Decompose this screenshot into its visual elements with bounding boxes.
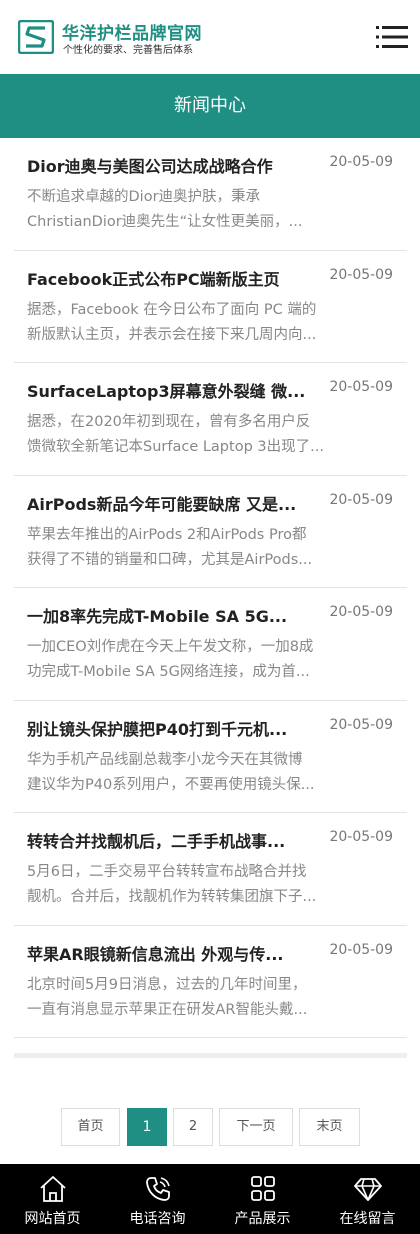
news-summary-line: ChristianDior迪奥先生“让女性更美丽，... [27,214,303,230]
nav-item-home[interactable]: 网站首页 [0,1164,105,1234]
news-summary-line: 功完成T-Mobile SA 5G网络连接，成为首... [27,664,310,680]
news-title[interactable]: 别让镜头保护膜把P40打到千元机... [27,716,317,740]
news-summary: 据悉，在2020年初到现在，曾有多名用户反 馈微软全新笔记本Surface La… [27,410,395,460]
news-item[interactable]: 苹果AR眼镜新信息流出 外观与传... 20-05-09 北京时间5月9日消息，… [14,926,407,1038]
news-summary: 据悉，Facebook 在今日公布了面向 PC 端的 新版默认主页，并表示会在接… [27,298,395,348]
news-summary-line: 一直有消息显示苹果正在研发AR智能头戴... [27,1001,308,1018]
nav-item-phone[interactable]: 电话咨询 [105,1164,210,1234]
news-date: 20-05-09 [329,266,393,283]
news-date: 20-05-09 [329,491,393,508]
page-2-button[interactable]: 2 [173,1108,213,1146]
nav-item-message[interactable]: 在线留言 [315,1164,420,1234]
news-summary: 一加CEO刘作虎在今天上午发文称，一加8成 功完成T-Mobile SA 5G网… [27,635,395,685]
news-title[interactable]: AirPods新品今年可能要缺席 又是... [27,491,317,515]
news-item[interactable]: AirPods新品今年可能要缺席 又是... 20-05-09 苹果去年推出的A… [14,476,407,588]
news-item[interactable]: 一加8率先完成T-Mobile SA 5G... 20-05-09 一加CEO刘… [14,588,407,701]
news-title[interactable]: 苹果AR眼镜新信息流出 外观与传... [27,941,317,965]
news-title[interactable]: SurfaceLaptop3屏幕意外裂缝 微... [27,378,317,402]
news-summary-line: 建议华为P40系列用户，不要再使用镜头保... [27,776,315,793]
news-date: 20-05-09 [329,829,393,845]
news-summary-line: 靓机。合并后，找靓机作为转转集团旗下子... [27,889,317,905]
news-summary-line: 获得了不错的销量和口碑，尤其是AirPods... [27,551,313,568]
news-summary: 5月6日，二手交易平台转转宣布战略合并找 靓机。合并后，找靓机作为转转集团旗下子… [27,860,395,910]
pagination: 首页 1 2 下一页 末页 [0,1108,420,1148]
news-title[interactable]: 转转合并找靓机后，二手手机战事... [27,828,317,852]
nav-label-message: 在线留言 [339,1211,396,1227]
nav-label-products: 产品展示 [234,1211,291,1227]
news-title[interactable]: Dior迪奥与美图公司达成战略合作 [27,153,317,177]
news-summary-line: 5月6日，二手交易平台转转宣布战略合并找 [27,864,307,880]
news-summary-line: 北京时间5月9日消息，过去的几年时间里， [27,976,307,993]
bottom-nav: 网站首页 电话咨询 产品展示 在线留言 [0,1164,420,1234]
hamburger-menu-icon[interactable] [376,24,408,50]
nav-label-phone: 电话咨询 [129,1211,186,1227]
phone-icon [146,1177,170,1201]
last-page-button[interactable]: 末页 [299,1108,360,1146]
page-1-button[interactable]: 1 [127,1108,167,1146]
news-summary: 不断追求卓越的Dior迪奥护肤，秉承 ChristianDior迪奥先生“让女性… [27,185,395,235]
news-summary: 华为手机产品线副总裁李小龙今天在其微博 建议华为P40系列用户，不要再使用镜头保… [27,748,395,798]
news-summary-line: 新版默认主页，并表示会在接下来几周内向... [27,326,317,343]
news-date: 20-05-09 [329,604,393,620]
news-summary-line: 华为手机产品线副总裁李小龙今天在其微博 [27,751,303,768]
news-item[interactable]: SurfaceLaptop3屏幕意外裂缝 微... 20-05-09 据悉，在2… [14,363,407,476]
first-page-button[interactable]: 首页 [61,1108,120,1146]
site-header: 华洋护栏品牌官网 个性化的要求、完善售后体系 [0,0,420,74]
nav-label-home: 网站首页 [24,1211,81,1227]
news-summary-line: 苹果去年推出的AirPods 2和AirPods Pro都 [27,526,307,543]
news-date: 20-05-09 [329,154,393,170]
news-summary-line: 据悉，Facebook 在今日公布了面向 PC 端的 [27,301,317,318]
news-date: 20-05-09 [329,379,393,395]
nav-item-products[interactable]: 产品展示 [210,1164,315,1234]
news-item[interactable]: 转转合并找靓机后，二手手机战事... 20-05-09 5月6日，二手交易平台转… [14,813,407,926]
news-summary: 北京时间5月9日消息，过去的几年时间里， 一直有消息显示苹果正在研发AR智能头戴… [27,973,395,1023]
news-date: 20-05-09 [329,941,393,958]
diamond-icon [354,1178,382,1201]
news-summary-line: 一加CEO刘作虎在今天上午发文称，一加8成 [27,639,314,655]
news-summary: 苹果去年推出的AirPods 2和AirPods Pro都 获得了不错的销量和口… [27,523,395,573]
news-date: 20-05-09 [329,716,393,733]
news-item[interactable]: Dior迪奥与美图公司达成战略合作 20-05-09 不断追求卓越的Dior迪奥… [14,138,407,251]
news-item[interactable]: 别让镜头保护膜把P40打到千元机... 20-05-09 华为手机产品线副总裁李… [14,701,407,813]
site-subtitle: 个性化的要求、完善售后体系 [63,45,193,56]
page-title: 新闻中心 [174,95,246,116]
grid-icon [251,1176,275,1201]
news-title[interactable]: Facebook正式公布PC端新版主页 [27,266,317,290]
news-list: Dior迪奥与美图公司达成战略合作 20-05-09 不断追求卓越的Dior迪奥… [14,138,407,1038]
list-divider [14,1053,407,1058]
logo-s-icon[interactable] [18,20,54,54]
news-summary-line: 据悉，在2020年初到现在，曾有多名用户反 [27,414,311,430]
news-summary-line: 不断追求卓越的Dior迪奥护肤，秉承 [27,189,261,205]
news-summary-line: 馈微软全新笔记本Surface Laptop 3出现了... [27,439,324,455]
news-title[interactable]: 一加8率先完成T-Mobile SA 5G... [27,603,317,627]
section-banner: 新闻中心 [0,74,420,138]
home-icon [40,1176,66,1202]
news-item[interactable]: Facebook正式公布PC端新版主页 20-05-09 据悉，Facebook… [14,251,407,363]
next-page-button[interactable]: 下一页 [219,1108,293,1146]
